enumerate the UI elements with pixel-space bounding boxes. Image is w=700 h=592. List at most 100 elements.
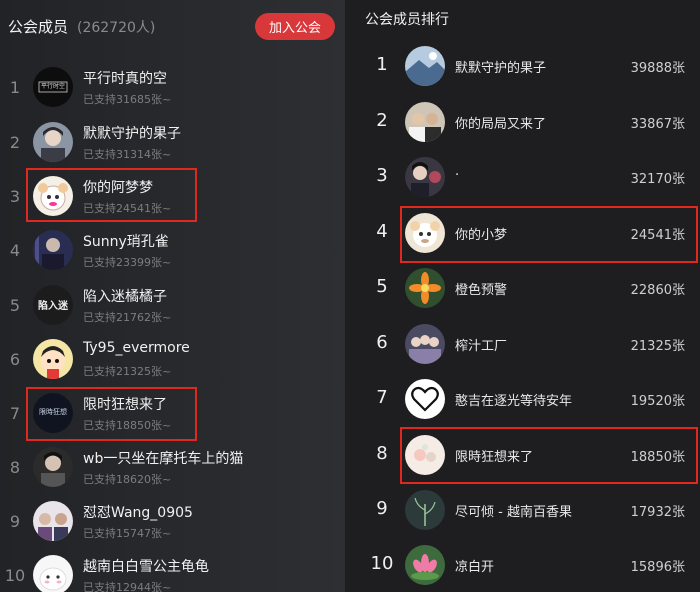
ranking-rank: 6 <box>376 332 388 353</box>
member-rank: 10 <box>4 566 26 585</box>
member-row[interactable]: 8 wb一只坐在摩托车上的猫 已支持18620张~ <box>0 441 345 495</box>
member-rank: 4 <box>9 241 21 260</box>
person-avatar <box>405 157 445 197</box>
ranking-count: 22860张 <box>630 283 685 298</box>
ranking-row[interactable]: 7 憨吉在逐光等待安年 19520张 <box>345 373 700 428</box>
member-rank: 8 <box>9 458 21 477</box>
member-row[interactable]: 7 限時狂想 限时狂想来了 已支持18850张~ <box>0 387 345 441</box>
member-support: 已支持12944张~ <box>83 581 172 592</box>
cartoon-sheep-avatar <box>405 213 445 253</box>
ranking-count: 18850张 <box>630 450 685 465</box>
ranking-name: 限時狂想来了 <box>455 450 534 465</box>
group-avatar <box>405 102 445 142</box>
ranking-count: 21325张 <box>630 339 685 354</box>
ranking-row[interactable]: 4 你的小梦 24541张 <box>345 207 700 262</box>
ranking-name: 尽可倾 - 越南百香果 <box>455 505 572 520</box>
ranking-rank: 10 <box>370 553 394 574</box>
member-rank: 3 <box>9 187 21 206</box>
ranking-count: 15896张 <box>630 560 685 575</box>
ranking-name: 橙色预警 <box>455 283 508 298</box>
ranking-name: 憨吉在逐光等待安年 <box>455 394 573 409</box>
ranking-rank: 5 <box>376 276 388 297</box>
group-avatar <box>405 324 445 364</box>
member-rank: 6 <box>9 350 21 369</box>
member-support: 已支持18850张~ <box>83 419 172 432</box>
member-name: Ty95_evermore <box>83 340 190 356</box>
member-rank: 5 <box>9 296 21 315</box>
member-row[interactable]: 4 Sunny琑孔雀 已支持23399张~ <box>0 224 345 278</box>
member-name: 越南白白雪公主龟龟 <box>83 559 209 575</box>
pastel-avatar <box>405 435 445 475</box>
ranking-count: 19520张 <box>630 394 685 409</box>
member-name: 怼怼Wang_0905 <box>83 505 193 521</box>
member-row[interactable]: 5 陷入迷 陷入迷橘橘子 已支持21762张~ <box>0 279 345 333</box>
guild-ranking-panel: 公会成员排行 1 默默守护的果子 39888张 2 你的局局又来了 33867张… <box>345 0 700 592</box>
cartoon-sheep-avatar <box>33 176 73 216</box>
member-rank: 1 <box>9 78 21 97</box>
ranking-row[interactable]: 3 · 32170张 <box>345 151 700 206</box>
member-name: Sunny琑孔雀 <box>83 234 169 250</box>
member-support: 已支持31314张~ <box>83 148 172 161</box>
group-avatar <box>33 501 73 541</box>
member-name: 陷入迷橘橘子 <box>83 289 167 305</box>
ranking-row[interactable]: 8 限時狂想来了 18850张 <box>345 429 700 484</box>
guild-members-panel: 公会成员 (262720人) 加入公会 1 平行时空 平行时真的空 已支持316… <box>0 0 345 592</box>
member-rank: 7 <box>9 404 21 423</box>
member-support: 已支持18620张~ <box>83 473 172 486</box>
plant-avatar <box>405 490 445 530</box>
ranking-rank: 1 <box>376 54 388 75</box>
member-rank: 9 <box>9 512 21 531</box>
member-support: 已支持21762张~ <box>83 311 172 324</box>
ranking-row[interactable]: 10 凉白开 15896张 <box>345 539 700 592</box>
member-count: (262720人) <box>77 20 156 36</box>
member-name: 限时狂想来了 <box>83 397 167 413</box>
cartoon-boy-avatar <box>33 339 73 379</box>
ranking-name: 你的小梦 <box>455 228 508 243</box>
member-support: 已支持31685张~ <box>83 93 172 106</box>
avatar-logo-text: 限時狂想 <box>39 408 67 416</box>
ranking-row[interactable]: 1 默默守护的果子 39888张 <box>345 40 700 95</box>
member-support: 已支持15747张~ <box>83 527 172 540</box>
ranking-row[interactable]: 2 你的局局又来了 33867张 <box>345 96 700 151</box>
lotus-avatar <box>405 545 445 585</box>
member-row[interactable]: 10 越南白白雪公主龟龟 已支持12944张~ <box>0 549 345 592</box>
ranking-name: 默默守护的果子 <box>455 61 547 76</box>
ranking-row[interactable]: 5 橙色预警 22860张 <box>345 262 700 317</box>
member-row[interactable]: 1 平行时空 平行时真的空 已支持31685张~ <box>0 61 345 115</box>
ranking-rank: 3 <box>376 165 388 186</box>
member-name: wb一只坐在摩托车上的猫 <box>83 451 244 467</box>
ranking-rank: 2 <box>376 110 388 131</box>
heart-outline-avatar <box>405 379 445 419</box>
ranking-count: 32170张 <box>630 172 685 187</box>
flower-avatar <box>405 268 445 308</box>
person-avatar <box>33 447 73 487</box>
text-logo-avatar: 限時狂想 <box>33 393 73 433</box>
ranking-name: 你的局局又来了 <box>455 117 547 132</box>
guild-members-title: 公会成员 <box>8 18 69 36</box>
cartoon-white-avatar <box>33 555 73 592</box>
logo-avatar: 平行时空 <box>33 67 73 107</box>
ranking-count: 17932张 <box>630 505 685 520</box>
member-row[interactable]: 9 怼怼Wang_0905 已支持15747张~ <box>0 495 345 549</box>
landscape-avatar <box>405 46 445 86</box>
ranking-row[interactable]: 6 榨汁工厂 21325张 <box>345 318 700 373</box>
ranking-row[interactable]: 9 尽可倾 - 越南百香果 17932张 <box>345 484 700 539</box>
member-row[interactable]: 6 Ty95_evermore 已支持21325张~ <box>0 333 345 387</box>
ranking-rank: 7 <box>376 387 388 408</box>
ranking-rank: 9 <box>376 498 388 519</box>
member-row[interactable]: 3 你的阿梦梦 已支持24541张~ <box>0 170 345 224</box>
member-name: 平行时真的空 <box>83 71 167 87</box>
member-rank: 2 <box>9 133 21 152</box>
member-row[interactable]: 2 默默守护的果子 已支持31314张~ <box>0 116 345 170</box>
join-guild-button[interactable]: 加入公会 <box>255 13 335 40</box>
ranking-count: 24541张 <box>630 228 685 243</box>
ranking-name: 榨汁工厂 <box>455 339 508 354</box>
ranking-count: 33867张 <box>630 117 685 132</box>
person-dark-avatar <box>33 230 73 270</box>
person-avatar <box>33 122 73 162</box>
member-support: 已支持24541张~ <box>83 202 172 215</box>
member-support: 已支持21325张~ <box>83 365 172 378</box>
avatar-art-text: 陷入迷 <box>38 301 68 312</box>
ranking-rank: 8 <box>376 443 388 464</box>
guild-members-header: 公会成员 (262720人) 加入公会 <box>0 0 345 54</box>
